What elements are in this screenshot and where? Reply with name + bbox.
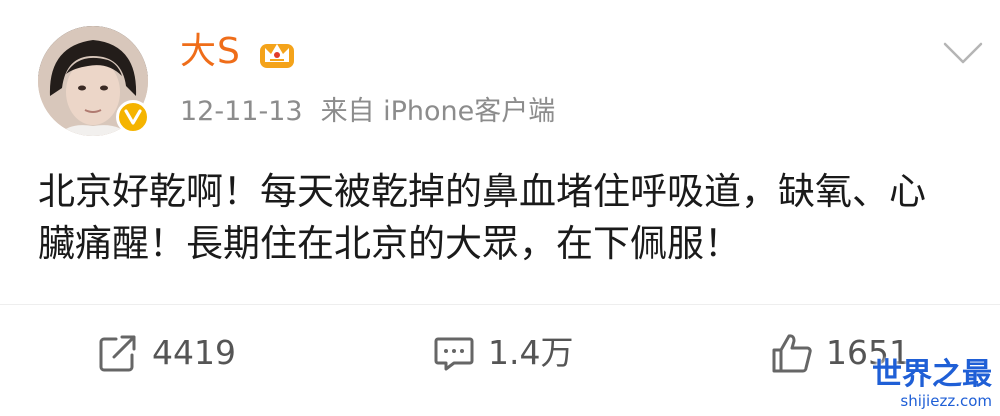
post-timestamp: 12-11-13 (180, 96, 303, 127)
post-body-text: 北京好乾啊！每天被乾掉的鼻血堵住呼吸道，缺氧、心臟痛醒！長期住在北京的大眾，在下… (38, 170, 926, 265)
repost-count: 4419 (152, 333, 236, 372)
divider (0, 304, 1000, 305)
author-name[interactable]: 大S (180, 30, 241, 74)
thumbs-up-icon (772, 334, 812, 373)
repost-icon (99, 335, 136, 372)
post-meta: 12-11-13 来自 iPhone客户端 (180, 94, 555, 130)
comment-icon (434, 337, 474, 371)
repost-button[interactable]: 4419 (96, 328, 236, 378)
watermark-url: shijiezz.com (900, 392, 992, 410)
crown-icon[interactable] (257, 32, 297, 72)
chevron-down-icon[interactable] (942, 40, 984, 66)
verified-badge-icon (116, 100, 150, 134)
post-source[interactable]: 来自 iPhone客户端 (321, 96, 556, 127)
watermark: 世界之最 shijiezz.com (872, 357, 992, 411)
weibo-post-card: 大S 12-11-13 来自 iPhone客户端 北京好乾啊！每天被乾掉的鼻血堵住… (0, 0, 1000, 416)
comment-button[interactable]: 1.4万 (432, 328, 573, 378)
watermark-title: 世界之最 (872, 357, 992, 392)
comment-count: 1.4万 (488, 333, 574, 372)
